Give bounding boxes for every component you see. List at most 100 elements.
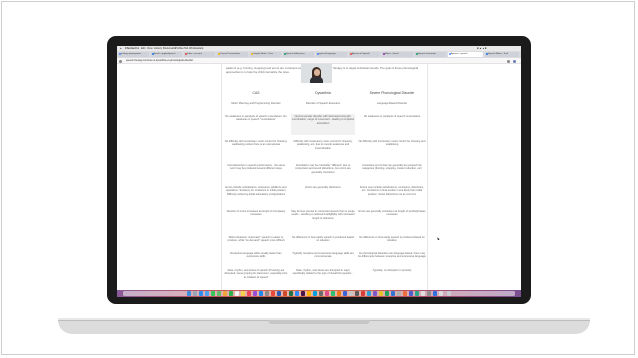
table-cell: Disorder of Speech Execution (305, 102, 341, 105)
dock-finder-icon[interactable] (187, 291, 192, 296)
dock-app-icon[interactable] (319, 291, 324, 296)
tab-favicon-icon (485, 53, 488, 56)
dock-chrome-icon[interactable] (271, 291, 276, 296)
browser-tab[interactable]: Email - appliedspeech (151, 52, 182, 57)
table-cell: No weakness or paralysis of speech muscu… (363, 115, 421, 118)
dock-music-icon[interactable] (247, 291, 252, 296)
browser-tab[interactable]: Speech differences (283, 52, 314, 57)
tab-favicon-icon (349, 53, 352, 56)
table-cell: No difference in how easily speech is pr… (292, 236, 354, 243)
table-cell: Neuromuscular disorder with decreased st… (291, 115, 355, 125)
dock-word-icon[interactable] (277, 291, 282, 296)
browser-tab[interactable]: ai blogs powerpoints (118, 52, 149, 57)
dock-app-icon[interactable] (343, 291, 348, 296)
extensions-icon[interactable] (507, 59, 510, 63)
tab-favicon-icon (382, 53, 385, 56)
table-cell: Difficulty with involuntary motor contro… (293, 140, 353, 150)
tab-favicon-icon (316, 53, 319, 56)
dock-maps-icon[interactable] (217, 291, 222, 296)
browser-tab[interactable]: speech language (316, 52, 347, 57)
dock-photos-icon[interactable] (223, 291, 228, 296)
dock-app-icon[interactable] (391, 291, 396, 296)
dock-powerpoint-icon[interactable] (283, 291, 288, 296)
dock-notes-icon[interactable] (241, 291, 246, 296)
table-cell: No difficulty with involuntary motor con… (358, 140, 426, 147)
dock-safari-icon[interactable] (199, 291, 204, 296)
table-cell: Rate, rhythm, and stress are disrupted i… (292, 269, 354, 276)
dock-calendar-icon[interactable] (235, 291, 240, 296)
tab-favicon-icon (118, 53, 121, 56)
back-icon[interactable] (119, 59, 122, 63)
dock-settings-icon[interactable] (265, 291, 270, 296)
dock-mail-icon[interactable] (205, 291, 210, 296)
column-header-phonological: Severe Phonological Disorder (369, 91, 415, 95)
table-cell: Typically receptive and expressive langu… (292, 252, 354, 259)
table-cell: Errors are generally distortions (305, 186, 341, 189)
dock-app-icon[interactable] (313, 291, 318, 296)
dock-launchpad-icon[interactable] (193, 291, 198, 296)
browser-tab-strip: ai blogs powerpoints Email - appliedspee… (117, 51, 521, 58)
table-cell: No difference in how easily speech is pr… (359, 236, 425, 243)
browser-tab[interactable]: Course Presentation (217, 52, 248, 57)
webcam-overlay (301, 64, 332, 83)
dock-appstore-icon[interactable] (259, 291, 264, 296)
table-cell: Typically, no disruption in prosody (372, 269, 412, 272)
table-cell: Errors may include substitutions, omissi… (360, 186, 424, 196)
table-cell: Language-Based Disorder (376, 102, 408, 105)
dock-app-icon[interactable] (415, 291, 420, 296)
table-cell: Motor Planning and Programming Disorder (231, 102, 281, 105)
profile-icon[interactable] (513, 59, 516, 63)
dock-app-icon[interactable] (325, 291, 330, 296)
table-cell: Consistent errors that can generally be … (362, 164, 422, 171)
table-cell: Rate, rhythm, and stress of speech (Pros… (224, 269, 288, 279)
dock-app-icon[interactable] (403, 291, 408, 296)
dock-app-icon[interactable] (373, 291, 378, 296)
dock-trash-icon[interactable] (447, 291, 452, 296)
browser-tab[interactable]: Apraxia of Speech (349, 52, 380, 57)
dock-app-icon[interactable] (439, 291, 444, 296)
browser-tab-active[interactable]: Apraxia - speech (448, 52, 483, 57)
dock-app-icon[interactable] (385, 291, 390, 296)
mouse-pointer-icon (436, 236, 440, 241)
dock-app-icon[interactable] (379, 291, 384, 296)
dock-app-icon[interactable] (355, 291, 360, 296)
dock-app-icon[interactable] (397, 291, 402, 296)
browser-tab[interactable]: Inbox - account (184, 52, 215, 57)
tab-favicon-icon (184, 53, 187, 56)
dock-app-icon[interactable] (337, 291, 342, 296)
table-cell: Well-rehearsed, "automatic" speech is ea… (227, 236, 285, 243)
dock-zoom-icon[interactable] (295, 291, 300, 296)
dock-app-icon[interactable] (409, 291, 414, 296)
dock-app-icon[interactable] (361, 291, 366, 296)
tab-favicon-icon (448, 53, 451, 56)
table-cell: Inconsistencies in speech performance - … (227, 164, 285, 171)
browser-tab[interactable]: Speech Motor - Tech (485, 52, 519, 57)
table-cell: Errors include substitutions, omissions,… (225, 186, 287, 196)
dock-app-icon[interactable] (427, 291, 432, 296)
table-cell: Number of errors increases as length of … (226, 210, 286, 217)
dock-app-icon[interactable] (367, 291, 372, 296)
dock-app-icon[interactable] (307, 291, 312, 296)
browser-tab[interactable]: Speech and motor (415, 52, 446, 57)
laptop-screen: ● Chrome File Edit View History Bookmark… (117, 46, 521, 297)
dock-facetime-icon[interactable] (229, 291, 234, 296)
table-cell: Receptive language skills usually better… (230, 252, 282, 259)
table-cell: As phonological disorders are language b… (358, 252, 426, 259)
dock-excel-icon[interactable] (289, 291, 294, 296)
column-header-cas: CAS (252, 91, 260, 95)
browser-tab[interactable]: Motor - Social (382, 52, 413, 57)
dock-app-icon[interactable] (349, 291, 354, 296)
dock-messages-icon[interactable] (211, 291, 216, 296)
article-page: patterns (e.g. fronting, stopping) and e… (221, 64, 428, 290)
browser-tab[interactable]: Google Slides - Pres (250, 52, 281, 57)
dock-podcasts-icon[interactable] (253, 291, 258, 296)
dock-slack-icon[interactable] (301, 291, 306, 296)
tab-favicon-icon (415, 53, 418, 56)
dock-app-icon[interactable] (421, 291, 426, 296)
column-header-dysarthria: Dysarthria (315, 91, 331, 95)
table-cell: May be less precise in connected speech … (291, 210, 355, 220)
table-cell: No weakness or paralysis of speech muscu… (225, 115, 287, 122)
url-field[interactable]: speech-therapy.com/cas-vs-dysarthria-vs-… (126, 58, 193, 64)
dock-app-icon[interactable] (331, 291, 336, 296)
dock-app-icon[interactable] (433, 291, 438, 296)
